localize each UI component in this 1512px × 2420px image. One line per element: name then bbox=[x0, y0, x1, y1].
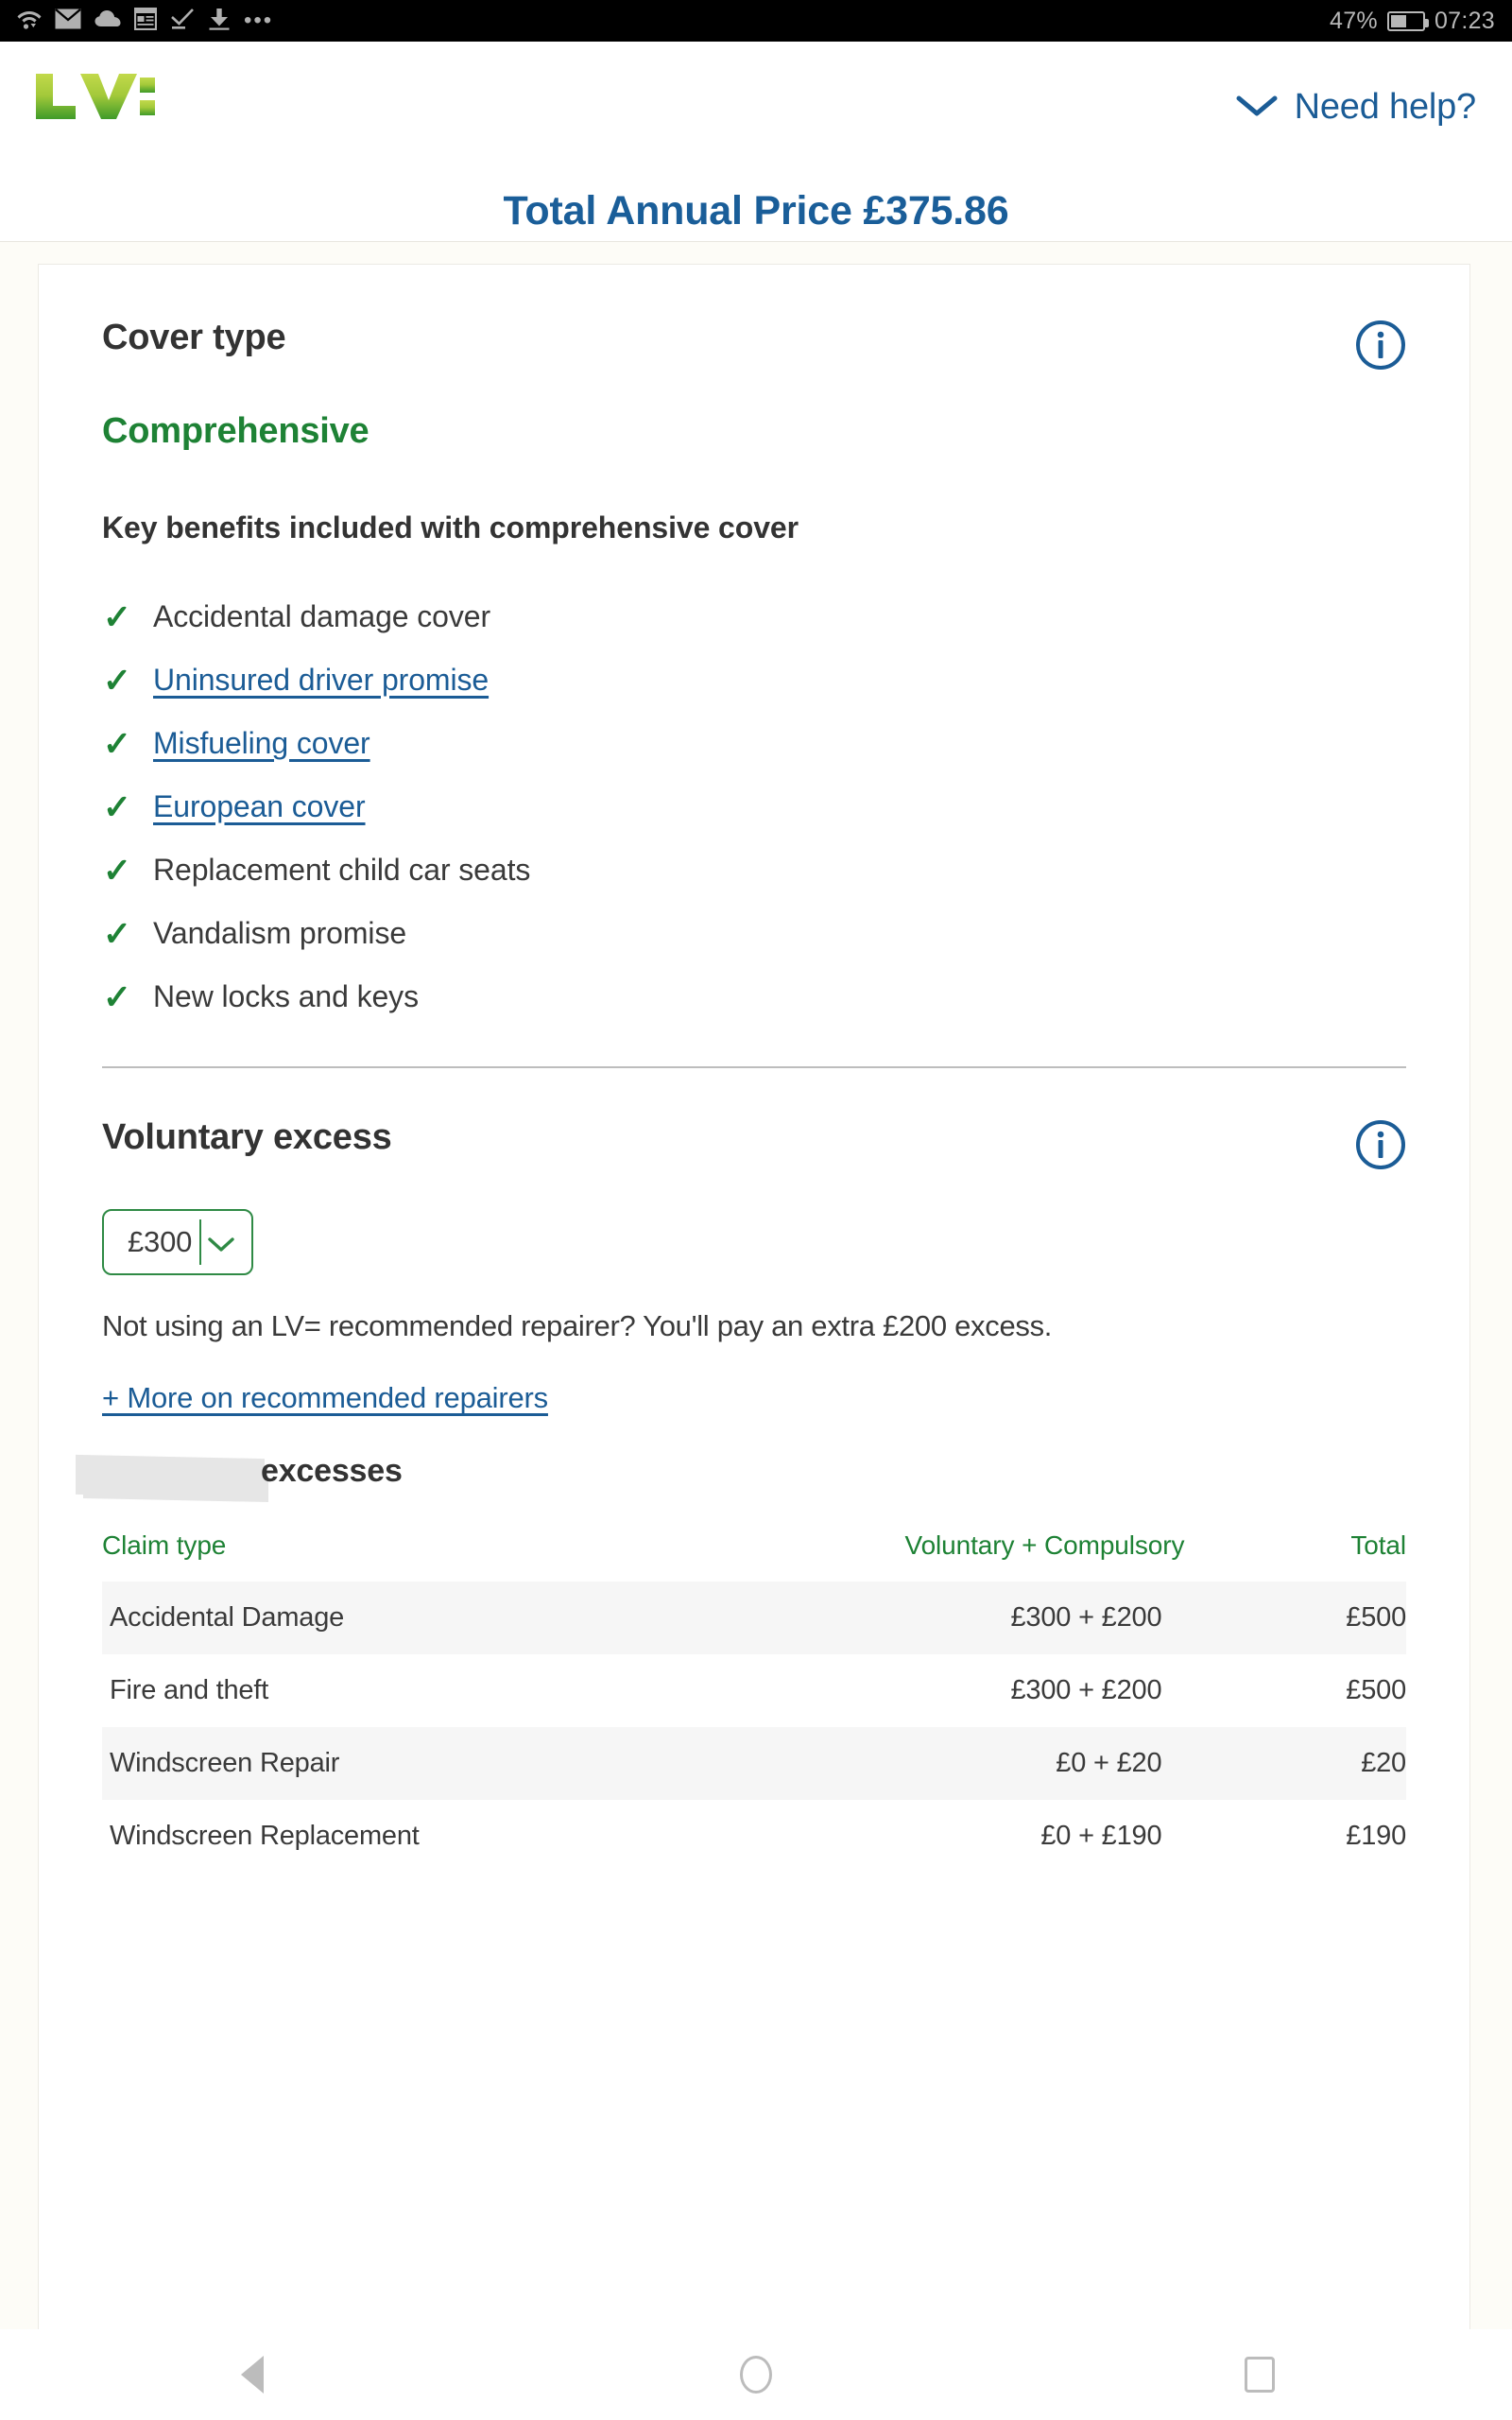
home-circle-icon bbox=[739, 2356, 772, 2394]
repairer-excess-note: Not using an LV= recommended repairer? Y… bbox=[102, 1309, 1053, 1342]
chevron-down-icon bbox=[1236, 87, 1278, 128]
nav-recents-button[interactable] bbox=[1189, 2357, 1331, 2393]
list-item[interactable]: ✓ Uninsured driver promise bbox=[102, 648, 1406, 712]
total-annual-price: Total Annual Price £375.86 bbox=[503, 188, 1009, 233]
benefit-label: New locks and keys bbox=[153, 979, 419, 1013]
list-item: ✓ New locks and keys bbox=[102, 965, 1406, 1028]
mail-icon bbox=[55, 8, 81, 34]
check-icon: ✓ bbox=[102, 786, 132, 826]
nav-home-button[interactable] bbox=[685, 2356, 827, 2394]
recents-square-icon bbox=[1245, 2357, 1276, 2393]
cell-breakdown: £0 + £190 bbox=[1040, 1821, 1162, 1851]
list-item: ✓ Replacement child car seats bbox=[102, 838, 1406, 902]
check-icon bbox=[170, 8, 195, 35]
need-help-button[interactable]: Need help? bbox=[1236, 87, 1476, 128]
status-bar-system-info: 47% 07:23 bbox=[1330, 8, 1495, 35]
benefits-list: ✓ Accidental damage cover ✓ Uninsured dr… bbox=[102, 585, 1406, 1028]
cell-breakdown: £0 + £20 bbox=[1056, 1748, 1162, 1778]
cell-breakdown: £300 + £200 bbox=[1010, 1675, 1162, 1705]
info-icon[interactable] bbox=[1355, 1119, 1406, 1175]
app-header: Need help? Total Annual Price £375.86 bbox=[0, 42, 1512, 242]
section-divider bbox=[102, 1066, 1406, 1068]
list-item[interactable]: ✓ Misfueling cover bbox=[102, 712, 1406, 775]
more-dots-icon: ••• bbox=[244, 8, 274, 33]
battery-icon bbox=[1386, 10, 1429, 31]
key-benefits-title: Key benefits included with comprehensive… bbox=[102, 510, 799, 544]
benefit-link[interactable]: Misfueling cover bbox=[153, 726, 370, 761]
lv-logo bbox=[34, 72, 157, 121]
check-icon: ✓ bbox=[102, 660, 132, 700]
redaction-block bbox=[83, 1471, 268, 1503]
check-icon: ✓ bbox=[102, 977, 132, 1016]
android-navigation-bar bbox=[0, 2329, 1512, 2420]
benefit-link[interactable]: European cover bbox=[153, 789, 366, 824]
column-header-total: Total bbox=[1350, 1530, 1406, 1560]
benefit-link[interactable]: Uninsured driver promise bbox=[153, 663, 489, 698]
cloud-icon bbox=[94, 9, 121, 33]
dropdown-divider bbox=[199, 1219, 201, 1265]
table-row: Windscreen Replacement £0 + £190 £190 bbox=[102, 1800, 1406, 1873]
info-icon[interactable] bbox=[1355, 320, 1406, 375]
more-on-recommended-repairers-link[interactable]: + More on recommended repairers bbox=[102, 1381, 548, 1415]
need-help-label: Need help? bbox=[1294, 87, 1477, 127]
news-icon bbox=[133, 7, 158, 35]
benefit-label: Vandalism promise bbox=[153, 916, 407, 950]
list-item: ✓ Vandalism promise bbox=[102, 902, 1406, 965]
status-bar-notification-icons: ••• bbox=[17, 7, 274, 35]
battery-percent-label: 47% bbox=[1330, 7, 1378, 34]
cover-type-value: Comprehensive bbox=[102, 411, 369, 451]
voluntary-excess-header-row: Voluntary excess bbox=[102, 1117, 1406, 1175]
clock-label: 07:23 bbox=[1434, 7, 1495, 34]
benefit-label: Replacement child car seats bbox=[153, 853, 531, 887]
check-icon: ✓ bbox=[102, 850, 132, 890]
phone-screen: ••• 47% 07:23 Need help? Total Annual Pr… bbox=[0, 0, 1512, 2420]
cell-total: £190 bbox=[1346, 1821, 1406, 1851]
cell-claim-type: Accidental Damage bbox=[110, 1602, 345, 1633]
voluntary-excess-selected-value: £300 bbox=[128, 1225, 193, 1258]
check-icon: ✓ bbox=[102, 913, 132, 953]
excesses-heading: excesses bbox=[76, 1453, 1406, 1503]
table-header-row: Claim type Voluntary + Compulsory Total bbox=[102, 1530, 1406, 1582]
android-status-bar: ••• 47% 07:23 bbox=[0, 0, 1512, 42]
benefit-label: Accidental damage cover bbox=[153, 599, 491, 633]
column-header-voluntary-compulsory: Voluntary + Compulsory bbox=[904, 1530, 1185, 1560]
excess-table: Claim type Voluntary + Compulsory Total … bbox=[102, 1530, 1406, 1873]
nav-back-button[interactable] bbox=[181, 2356, 323, 2394]
quote-details-card: Cover type Comprehensive Key benefits in… bbox=[38, 264, 1470, 2329]
table-row: Windscreen Repair £0 + £20 £20 bbox=[102, 1727, 1406, 1800]
cell-claim-type: Windscreen Replacement bbox=[110, 1821, 420, 1851]
table-row: Accidental Damage £300 + £200 £500 bbox=[102, 1582, 1406, 1654]
cell-claim-type: Windscreen Repair bbox=[110, 1748, 340, 1778]
column-header-claim-type: Claim type bbox=[102, 1530, 227, 1560]
back-triangle-icon bbox=[240, 2356, 264, 2394]
cell-claim-type: Fire and theft bbox=[110, 1675, 269, 1705]
cell-total: £500 bbox=[1346, 1602, 1406, 1633]
list-item[interactable]: ✓ European cover bbox=[102, 775, 1406, 838]
cell-total: £500 bbox=[1346, 1675, 1406, 1705]
list-item: ✓ Accidental damage cover bbox=[102, 585, 1406, 648]
check-icon: ✓ bbox=[102, 723, 132, 763]
voluntary-excess-dropdown[interactable]: £300 bbox=[102, 1209, 253, 1275]
cell-total: £20 bbox=[1361, 1748, 1406, 1778]
chevron-down-icon bbox=[207, 1236, 235, 1258]
cover-type-label: Cover type bbox=[102, 318, 286, 357]
table-row: Fire and theft £300 + £200 £500 bbox=[102, 1654, 1406, 1727]
wifi-icon bbox=[17, 8, 42, 35]
voluntary-excess-label: Voluntary excess bbox=[102, 1117, 392, 1157]
download-icon bbox=[208, 8, 231, 35]
cell-breakdown: £300 + £200 bbox=[1010, 1602, 1162, 1633]
excesses-heading-word: excesses bbox=[261, 1453, 403, 1489]
cover-type-header-row: Cover type bbox=[102, 318, 1406, 375]
check-icon: ✓ bbox=[102, 596, 132, 636]
